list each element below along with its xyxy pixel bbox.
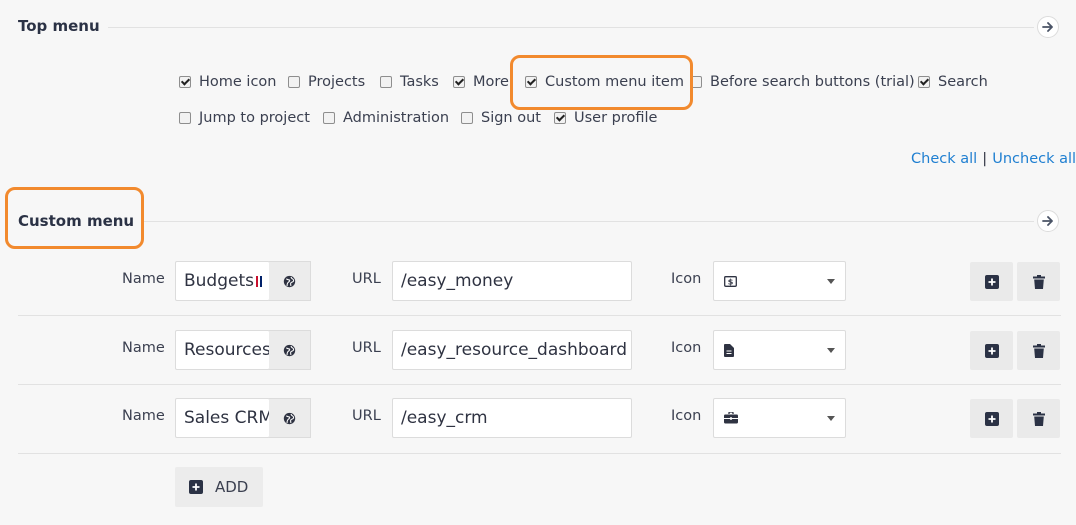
arrow-right-icon xyxy=(1042,216,1053,226)
checkbox-projects[interactable]: Projects xyxy=(288,74,365,90)
name-value: Budgets xyxy=(184,271,255,291)
icon-label: Icon xyxy=(671,271,702,287)
trash-icon xyxy=(1032,411,1045,426)
checkbox-home-icon[interactable]: Home icon xyxy=(179,74,277,90)
icon-label: Icon xyxy=(671,408,702,424)
checkbox[interactable] xyxy=(453,76,465,88)
flag-icon xyxy=(256,275,263,287)
name-label: Name xyxy=(122,408,165,424)
checkbox-label: Home icon xyxy=(199,74,277,90)
translate-button[interactable] xyxy=(269,398,311,438)
checkbox-label: More xyxy=(473,74,509,90)
checkbox[interactable] xyxy=(380,76,392,88)
name-label: Name xyxy=(122,340,165,356)
checkbox-label: Sign out xyxy=(481,110,541,126)
globe-icon xyxy=(283,344,296,356)
uncheck-all-link[interactable]: Uncheck all xyxy=(992,151,1076,167)
top-menu-title: Top menu xyxy=(18,17,100,35)
checkbox-search[interactable]: Search xyxy=(918,74,988,90)
name-value: Sales CRM xyxy=(184,408,270,428)
url-value: /easy_crm xyxy=(401,408,488,428)
plus-square-icon xyxy=(189,480,203,494)
file-icon xyxy=(724,343,734,357)
add-item-button[interactable] xyxy=(970,399,1013,438)
url-input[interactable]: /easy_crm xyxy=(392,398,632,438)
checkbox-jump-to-project[interactable]: Jump to project xyxy=(179,110,310,126)
checkbox-before-search-buttons[interactable]: Before search buttons (trial) xyxy=(690,74,915,90)
name-label: Name xyxy=(122,271,165,287)
checkbox[interactable] xyxy=(323,112,335,124)
icon-select[interactable] xyxy=(713,398,846,438)
checkbox-label: Jump to project xyxy=(199,110,310,126)
chevron-down-icon xyxy=(827,415,835,421)
checkbox-user-profile[interactable]: User profile xyxy=(554,110,657,126)
svg-text:$: $ xyxy=(728,277,734,286)
url-label: URL xyxy=(352,271,381,287)
globe-icon xyxy=(283,412,296,424)
checkbox-more[interactable]: More xyxy=(453,74,509,90)
name-value: Resources xyxy=(184,340,270,360)
translate-button[interactable] xyxy=(269,330,311,370)
url-input[interactable]: /easy_resource_dashboard xyxy=(392,330,632,370)
chevron-down-icon xyxy=(827,347,835,353)
checkbox[interactable] xyxy=(179,76,191,88)
add-menu-item-button[interactable]: ADD xyxy=(175,467,263,507)
arrow-right-icon xyxy=(1042,22,1053,32)
delete-item-button[interactable] xyxy=(1017,399,1060,438)
top-menu-expand-button[interactable] xyxy=(1037,16,1059,38)
url-label: URL xyxy=(352,408,381,424)
row-divider xyxy=(18,315,1061,316)
name-input[interactable]: Sales CRM xyxy=(175,398,270,438)
url-input[interactable]: /easy_money xyxy=(392,261,632,301)
trash-icon xyxy=(1032,274,1045,289)
add-item-button[interactable] xyxy=(970,331,1013,370)
checkbox-label: Tasks xyxy=(400,74,439,90)
translate-button[interactable] xyxy=(269,261,311,301)
highlight-ring xyxy=(5,187,144,249)
add-item-button[interactable] xyxy=(970,262,1013,301)
globe-icon xyxy=(283,275,296,287)
icon-select[interactable]: $ xyxy=(713,261,846,301)
checkbox-label: Before search buttons (trial) xyxy=(710,74,915,90)
plus-square-icon xyxy=(984,274,999,289)
checkbox[interactable] xyxy=(554,112,566,124)
money-icon: $ xyxy=(724,275,737,287)
icon-label: Icon xyxy=(671,340,702,356)
delete-item-button[interactable] xyxy=(1017,331,1060,370)
plus-square-icon xyxy=(984,343,999,358)
add-button-label: ADD xyxy=(215,478,249,496)
link-separator: | xyxy=(982,151,988,167)
top-menu-rule xyxy=(108,27,1034,28)
checkbox-label: Projects xyxy=(308,74,366,90)
check-links: Check all | Uncheck all xyxy=(911,148,1076,167)
checkbox-label: User profile xyxy=(574,110,658,126)
checkbox[interactable] xyxy=(179,112,191,124)
briefcase-icon xyxy=(724,412,738,424)
check-all-link[interactable]: Check all xyxy=(911,151,977,167)
url-value: /easy_money xyxy=(401,271,514,291)
trash-icon xyxy=(1032,343,1045,358)
checkbox-tasks[interactable]: Tasks xyxy=(380,74,439,90)
url-label: URL xyxy=(352,340,381,356)
row-divider xyxy=(18,384,1061,385)
chevron-down-icon xyxy=(827,278,835,284)
custom-menu-expand-button[interactable] xyxy=(1037,210,1059,232)
delete-item-button[interactable] xyxy=(1017,262,1060,301)
checkbox[interactable] xyxy=(288,76,300,88)
row-divider xyxy=(18,453,1061,454)
name-input[interactable]: Budgets xyxy=(175,261,270,301)
highlight-ring xyxy=(510,55,693,110)
icon-select[interactable] xyxy=(713,330,846,370)
plus-square-icon xyxy=(984,411,999,426)
name-input[interactable]: Resources xyxy=(175,330,270,370)
checkbox[interactable] xyxy=(918,76,930,88)
checkbox-label: Administration xyxy=(343,110,450,126)
url-value: /easy_resource_dashboard xyxy=(401,340,627,360)
checkbox[interactable] xyxy=(461,112,473,124)
checkbox-sign-out[interactable]: Sign out xyxy=(461,110,541,126)
checkbox-label: Search xyxy=(938,74,988,90)
custom-menu-rule xyxy=(144,221,1034,222)
checkbox-administration[interactable]: Administration xyxy=(323,110,449,126)
